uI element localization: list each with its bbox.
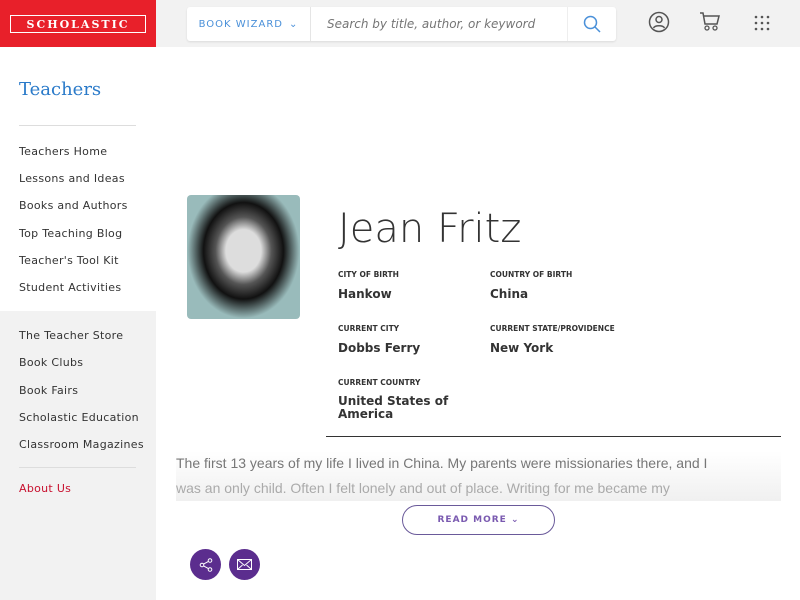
- sidebar-item-teachers-home[interactable]: Teachers Home: [19, 145, 107, 158]
- divider: [326, 436, 781, 437]
- sidebar-item-lessons[interactable]: Lessons and Ideas: [19, 172, 125, 185]
- country-of-birth: China: [490, 287, 529, 301]
- sidebar-item-book-clubs[interactable]: Book Clubs: [19, 356, 83, 369]
- read-more-button[interactable]: READ MORE ⌄: [402, 505, 555, 535]
- search-input[interactable]: [311, 7, 567, 41]
- cart-icon[interactable]: [699, 11, 721, 33]
- city-of-birth-label: CITY OF BIRTH: [338, 270, 399, 279]
- sidebar-item-teacher-store[interactable]: The Teacher Store: [19, 329, 123, 342]
- sidebar-item-scholastic-education[interactable]: Scholastic Education: [19, 411, 139, 424]
- divider: [19, 467, 136, 468]
- sidebar-title[interactable]: Teachers: [19, 79, 101, 100]
- bio-line: was an only child. Often I felt lonely a…: [176, 480, 670, 496]
- search-bar: BOOK WIZARD ⌄: [187, 7, 616, 41]
- sidebar-item-books-authors[interactable]: Books and Authors: [19, 199, 128, 212]
- bio-line: The first 13 years of my life I lived in…: [176, 455, 708, 471]
- author-photo: [187, 195, 300, 319]
- chevron-down-icon: ⌄: [288, 18, 299, 30]
- current-city-label: CURRENT CITY: [338, 324, 400, 333]
- apps-grid-icon[interactable]: [754, 15, 770, 31]
- author-bio: The first 13 years of my life I lived in…: [176, 451, 781, 501]
- search-icon: [583, 15, 601, 33]
- divider: [19, 125, 136, 126]
- current-city: Dobbs Ferry: [338, 341, 421, 355]
- sidebar-item-blog[interactable]: Top Teaching Blog: [19, 227, 122, 240]
- scholastic-logo[interactable]: SCHOLASTIC: [0, 0, 156, 47]
- sidebar-item-student-activities[interactable]: Student Activities: [19, 281, 121, 294]
- book-wizard-dropdown[interactable]: BOOK WIZARD ⌄: [187, 7, 311, 41]
- chevron-down-icon: ⌄: [510, 515, 520, 525]
- city-of-birth: Hankow: [338, 287, 392, 301]
- sidebar-item-classroom-magazines[interactable]: Classroom Magazines: [19, 438, 144, 451]
- sidebar-item-book-fairs[interactable]: Book Fairs: [19, 384, 78, 397]
- sidebar-item-about-us[interactable]: About Us: [19, 482, 71, 495]
- email-icon: [237, 559, 252, 570]
- sidebar: Teachers Teachers Home Lessons and Ideas…: [0, 47, 156, 600]
- current-state-label: CURRENT STATE/PROVIDENCE: [490, 324, 615, 333]
- read-more-label: READ MORE: [437, 515, 507, 525]
- account-icon[interactable]: [648, 11, 670, 33]
- search-button[interactable]: [567, 7, 616, 41]
- email-button[interactable]: [229, 549, 260, 580]
- current-country-label: CURRENT COUNTRY: [338, 378, 421, 387]
- current-state: New York: [490, 341, 554, 355]
- sidebar-item-tool-kit[interactable]: Teacher's Tool Kit: [19, 254, 119, 267]
- book-wizard-label: BOOK WIZARD: [198, 18, 283, 30]
- logo-text: SCHOLASTIC: [10, 15, 146, 33]
- share-icon: [199, 557, 212, 572]
- country-of-birth-label: COUNTRY OF BIRTH: [490, 270, 573, 279]
- author-name: Jean Fritz: [338, 206, 522, 252]
- share-button[interactable]: [190, 549, 221, 580]
- current-country: United States of America: [338, 394, 449, 421]
